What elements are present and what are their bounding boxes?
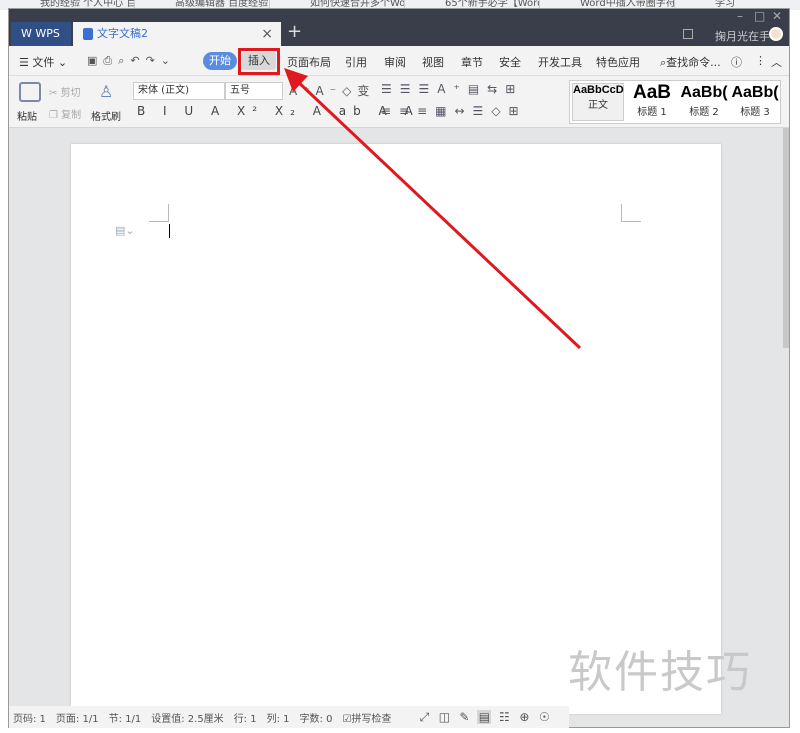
arrow-shaft <box>294 78 582 350</box>
annotation-arrow <box>284 68 582 350</box>
watermark: 软件技巧 <box>568 647 752 698</box>
